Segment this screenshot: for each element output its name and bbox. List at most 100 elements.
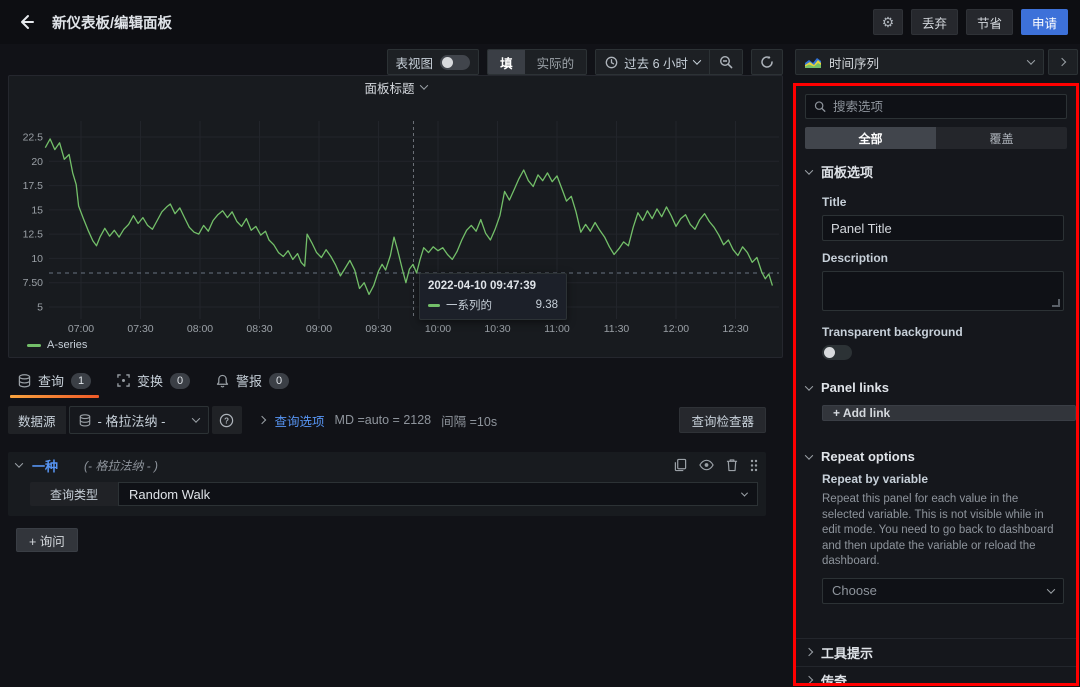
apply-button[interactable]: 申请: [1021, 9, 1068, 35]
fit-mode-group: 填 实际的: [487, 49, 587, 75]
database-icon: [18, 374, 31, 388]
description-textarea[interactable]: [822, 271, 1064, 311]
refresh-button[interactable]: [751, 49, 783, 75]
query-type-value: Random Walk: [129, 487, 210, 502]
tooltip-value: 9.38: [536, 299, 558, 311]
query-editor-card: 一种 (- 格拉法纳 - ): [8, 452, 766, 516]
panel-title-menu[interactable]: 面板标题: [9, 76, 782, 98]
svg-text:7.50: 7.50: [23, 277, 44, 289]
fill-option[interactable]: 填: [488, 50, 525, 74]
chevron-right-icon[interactable]: [257, 416, 265, 424]
query-inspector-button[interactable]: 查询检查器: [679, 407, 766, 433]
query-interval: 间隔 =10s: [441, 411, 497, 430]
svg-text:11:30: 11:30: [604, 323, 630, 335]
tab-query-label: 查询: [38, 371, 64, 390]
query-row-datasource: (- 格拉法纳 - ): [84, 457, 158, 474]
section-panel-options[interactable]: 面板选项: [796, 149, 1076, 185]
options-sidebar: 时间序列 全部 覆盖: [793, 44, 1080, 687]
back-button[interactable]: [10, 6, 42, 38]
bell-icon: [216, 374, 229, 388]
collapse-query-icon[interactable]: [15, 459, 23, 467]
table-view-toggle[interactable]: [440, 55, 470, 70]
legend-color-swatch: [27, 344, 41, 347]
section-tooltip[interactable]: 工具提示: [796, 638, 1076, 666]
editor-tabs: 查询 1 变换 0 警报 0: [8, 368, 783, 398]
options-pane-highlighted: 全部 覆盖 面板选项 Title Description Transparent…: [793, 83, 1079, 686]
section-legend[interactable]: 传奇: [796, 666, 1076, 686]
page-title: 新仪表板/编辑面板: [52, 12, 172, 33]
options-search[interactable]: [805, 94, 1067, 119]
tab-query[interactable]: 查询 1: [8, 365, 101, 398]
add-query-button[interactable]: + 询问: [16, 528, 78, 552]
grafana-panel-editor: 新仪表板/编辑面板 ⚙ 丢弃 节省 申请 表视图 填 实际的: [0, 0, 1080, 687]
query-type-select[interactable]: Random Walk: [118, 482, 758, 506]
svg-text:10:00: 10:00: [425, 323, 451, 335]
chevron-down-icon: [1047, 585, 1055, 593]
actual-option[interactable]: 实际的: [525, 50, 587, 74]
chevron-down-icon: [191, 414, 199, 422]
datasource-select[interactable]: - 格拉法纳 -: [69, 406, 209, 434]
query-options-link[interactable]: 查询选项: [275, 411, 325, 430]
chevron-down-icon: [805, 166, 813, 174]
time-range-label: 过去 6 小时: [624, 53, 688, 72]
clock-icon: [605, 56, 618, 69]
zoom-out-button[interactable]: [709, 50, 742, 74]
query-type-label: 查询类型: [30, 482, 118, 506]
tab-transform[interactable]: 变换 0: [107, 365, 200, 398]
trash-icon: [726, 458, 738, 472]
section-legend-label: 传奇: [821, 671, 847, 686]
tab-alert[interactable]: 警报 0: [206, 365, 299, 398]
collapse-options-button[interactable]: [1048, 49, 1078, 75]
svg-text:12:30: 12:30: [722, 323, 748, 335]
section-panel-links-label: Panel links: [821, 380, 889, 395]
save-button[interactable]: 节省: [966, 9, 1013, 35]
repeat-description: Repeat this panel for each value in the …: [822, 492, 1064, 570]
discard-button[interactable]: 丢弃: [911, 9, 958, 35]
chart-legend[interactable]: A-series: [27, 339, 87, 351]
svg-text:5: 5: [37, 301, 43, 313]
legend-label: A-series: [47, 339, 87, 351]
svg-text:10:30: 10:30: [484, 323, 510, 335]
section-repeat-options-label: Repeat options: [821, 449, 915, 464]
svg-text:07:00: 07:00: [68, 323, 94, 335]
table-view-control[interactable]: 表视图: [387, 49, 480, 75]
database-icon: [79, 414, 91, 427]
chevron-right-icon: [805, 648, 813, 656]
repeat-variable-select[interactable]: Choose: [822, 578, 1064, 604]
drag-handle-icon[interactable]: [750, 459, 758, 472]
tab-all-options[interactable]: 全部: [805, 127, 936, 149]
add-link-button[interactable]: + Add link: [822, 405, 1076, 421]
section-panel-links[interactable]: Panel links: [796, 364, 1076, 399]
duplicate-query-button[interactable]: [674, 458, 687, 472]
copy-icon: [674, 458, 687, 472]
chevron-down-icon: [805, 382, 813, 390]
options-tabs: 全部 覆盖: [805, 127, 1067, 149]
panel-title-input[interactable]: [822, 215, 1064, 241]
delete-query-button[interactable]: [726, 458, 738, 472]
datasource-help-button[interactable]: ?: [212, 406, 242, 434]
svg-text:11:00: 11:00: [544, 323, 570, 335]
gear-icon: ⚙: [882, 14, 895, 31]
section-tooltip-label: 工具提示: [821, 643, 873, 662]
svg-text:?: ?: [224, 416, 229, 425]
transparent-bg-toggle[interactable]: [822, 345, 852, 360]
svg-text:20: 20: [31, 156, 43, 168]
svg-text:22.5: 22.5: [23, 132, 44, 144]
chevron-right-icon: [1057, 58, 1065, 66]
visualization-picker[interactable]: 时间序列: [795, 49, 1044, 75]
hide-query-button[interactable]: [699, 459, 714, 471]
settings-button[interactable]: ⚙: [873, 9, 903, 35]
query-ref-id[interactable]: 一种: [32, 456, 58, 475]
help-circle-icon: ?: [219, 413, 234, 428]
svg-text:07:30: 07:30: [127, 323, 153, 335]
section-repeat-options[interactable]: Repeat options: [796, 423, 1076, 468]
tab-overrides[interactable]: 覆盖: [936, 127, 1067, 149]
repeat-variable-value: Choose: [832, 583, 877, 598]
time-range-picker[interactable]: 过去 6 小时: [596, 50, 709, 74]
zoom-out-icon: [719, 55, 733, 69]
options-search-input[interactable]: [833, 100, 1058, 114]
chevron-right-icon: [805, 676, 813, 684]
resize-grip-icon[interactable]: [1052, 299, 1060, 307]
timeseries-chart[interactable]: 22.52017.51512.5107.50507:0007:3008:0008…: [9, 98, 782, 336]
tooltip-time: 2022-04-10 09:47:39: [428, 280, 558, 292]
